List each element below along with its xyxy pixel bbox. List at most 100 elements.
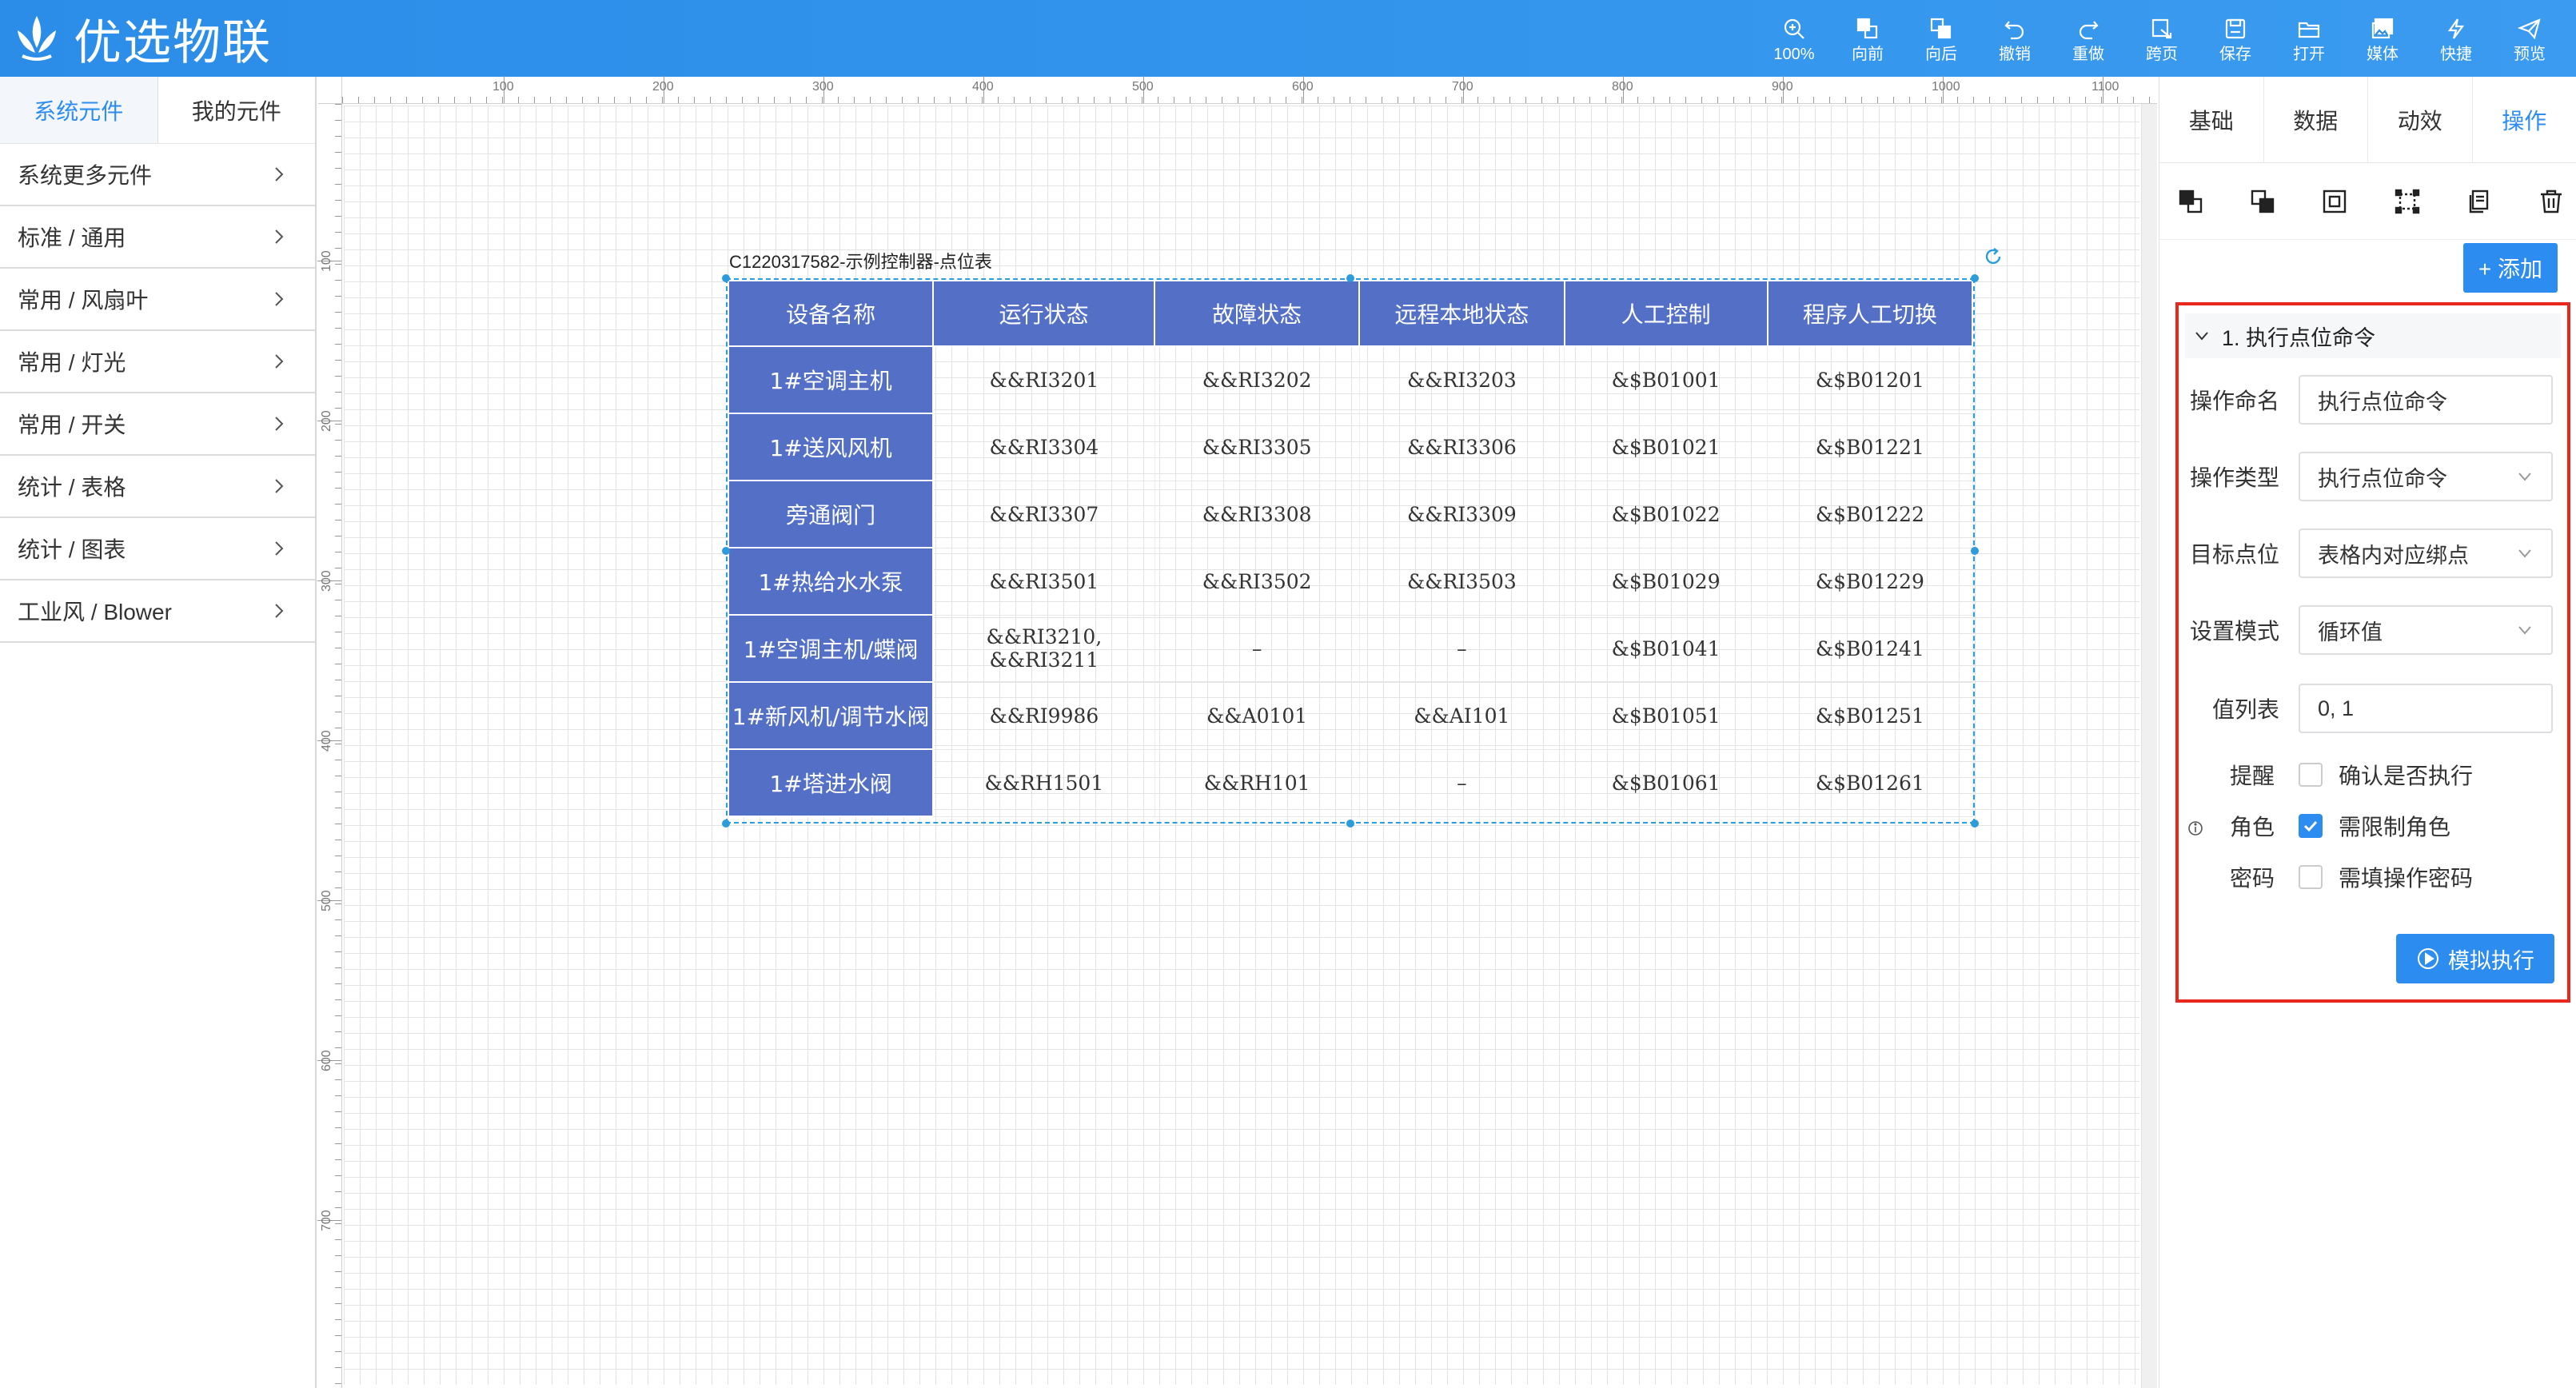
check-text: 确认是否执行 [2339,764,2474,788]
bring-forward-icon [1856,18,1878,39]
ruler-label: 200 [652,80,674,94]
simulate-label: 模拟执行 [2448,948,2534,973]
category-label: 统计 / 图表 [18,537,126,562]
undo-label: 撤销 [1999,46,2031,63]
info-icon[interactable] [2187,820,2204,837]
component-panel: 系统元件 我的元件 系统更多元件 标准 / 通用 常用 / 风扇叶 常用 / 灯… [0,77,317,1388]
category-item[interactable]: 标准 / 通用 [0,206,315,269]
undo-button[interactable]: 撤销 [1978,10,2052,70]
ruler-label: 700 [1452,80,1473,94]
ruler-label: 600 [320,1050,333,1071]
toolbar: 100% 向前 向后 撤销 重做 跨页 保存 打开 媒体 快捷 预览 [1757,10,2566,70]
set-mode-select[interactable]: 循环值 [2299,605,2553,655]
resize-handle[interactable] [722,820,730,828]
media-label: 媒体 [2367,46,2399,63]
cross-page-button[interactable]: 跨页 [2125,10,2199,70]
resize-handle[interactable] [1971,274,1979,282]
open-button[interactable]: 打开 [2272,10,2346,70]
value-list-input[interactable]: 0, 1 [2299,684,2553,733]
copy-icon[interactable] [2466,188,2493,215]
category-item[interactable]: 常用 / 开关 [0,393,315,456]
group-icon[interactable] [2394,188,2421,215]
resize-handle[interactable] [1971,547,1979,555]
design-canvas[interactable]: 100 200 300 400 500 600 700 800 900 1000 1100 100 2… [317,76,2157,1388]
preview-button[interactable]: 预览 [2493,10,2566,70]
ruler-label: 900 [1772,80,1793,94]
check-text: 需限制角色 [2339,815,2451,840]
tab-system-components[interactable]: 系统元件 [0,77,158,143]
ruler-label: 1100 [2092,80,2119,94]
tab-animation[interactable]: 动效 [2368,77,2473,162]
ruler-corner [318,77,342,104]
redo-icon [2079,21,2099,40]
preview-label: 预览 [2514,46,2546,63]
send-backward-button[interactable]: 向后 [1904,10,1978,70]
category-item[interactable]: 工业风 / Blower [0,580,315,643]
password-checkbox[interactable] [2299,865,2323,889]
ruler-label: 800 [1612,80,1633,94]
open-label: 打开 [2293,46,2325,63]
form-row: 目标点位 表格内对应绑点 [2179,528,2570,579]
operation-header[interactable]: 1. 执行点位命令 [2185,313,2561,358]
tab-operation[interactable]: 操作 [2473,77,2576,162]
save-label: 保存 [2219,46,2251,63]
selection-box[interactable] [726,278,1975,824]
restrict-role-checkbox[interactable] [2299,814,2323,838]
form-row: 操作命名 执行点位命令 [2179,374,2570,425]
ruler-label: 400 [320,730,333,752]
rotate-handle-icon[interactable] [1983,246,2004,267]
quick-label: 快捷 [2440,46,2472,63]
tab-data[interactable]: 数据 [2264,77,2368,162]
bring-forward-label: 向前 [1852,46,1884,63]
category-item[interactable]: 统计 / 图表 [0,518,315,580]
check-row: 角色 需限制角色 [2179,806,2570,846]
logo: 优选物联 [11,8,272,71]
canvas-scrollbar[interactable] [2141,104,2157,1388]
category-item[interactable]: 统计 / 表格 [0,456,315,518]
bring-forward-button[interactable]: 向前 [1831,10,1904,70]
target-point-select[interactable]: 表格内对应绑点 [2299,528,2553,578]
form-row: 值列表 0, 1 [2179,683,2570,734]
operation-type-select[interactable]: 执行点位命令 [2299,452,2553,501]
save-icon [2225,18,2246,39]
category-label: 系统更多元件 [18,163,153,188]
confirm-checkbox[interactable] [2299,763,2323,787]
zoom-label: 100% [1773,46,1815,63]
trash-icon[interactable] [2538,188,2565,215]
chevron-right-icon [275,167,284,181]
resize-handle[interactable] [1346,274,1354,282]
operation-name-input[interactable]: 执行点位命令 [2299,375,2553,425]
category-item[interactable]: 系统更多元件 [0,144,315,206]
tab-my-components[interactable]: 我的元件 [158,77,316,143]
send-backward-icon[interactable] [2249,188,2276,215]
resize-handle[interactable] [1971,820,1979,828]
fit-frame-icon[interactable] [2321,188,2348,215]
add-operation-button[interactable]: + 添加 [2463,243,2558,293]
bring-forward-icon[interactable] [2177,188,2204,215]
ruler-label: 300 [320,570,333,592]
tab-basic[interactable]: 基础 [2159,77,2264,162]
resize-handle[interactable] [722,547,730,555]
media-button[interactable]: 媒体 [2346,10,2419,70]
category-item[interactable]: 常用 / 风扇叶 [0,269,315,331]
redo-label: 重做 [2072,46,2104,63]
form-row: 操作类型 执行点位命令 [2179,451,2570,502]
resize-handle[interactable] [722,274,730,282]
simulate-execute-button[interactable]: 模拟执行 [2396,934,2554,983]
send-icon [2518,18,2541,40]
chevron-down-icon [2518,473,2531,481]
zoom-button[interactable]: 100% [1757,10,1831,70]
check-label: 密码 [2229,866,2275,891]
redo-button[interactable]: 重做 [2052,10,2125,70]
media-icon [2371,18,2394,39]
check-row: 提醒 确认是否执行 [2179,755,2570,795]
save-button[interactable]: 保存 [2199,10,2272,70]
quick-button[interactable]: 快捷 [2419,10,2493,70]
check-label-text: 角色 [2229,815,2275,840]
resize-handle[interactable] [1346,820,1354,828]
category-label: 工业风 / Blower [18,600,172,624]
ruler-horizontal: 100 200 300 400 500 600 700 800 900 1000 1100 [342,76,2157,104]
field-value: 表格内对应绑点 [2318,543,2469,568]
property-tabs: 基础 数据 动效 操作 [2159,77,2576,163]
category-item[interactable]: 常用 / 灯光 [0,331,315,393]
